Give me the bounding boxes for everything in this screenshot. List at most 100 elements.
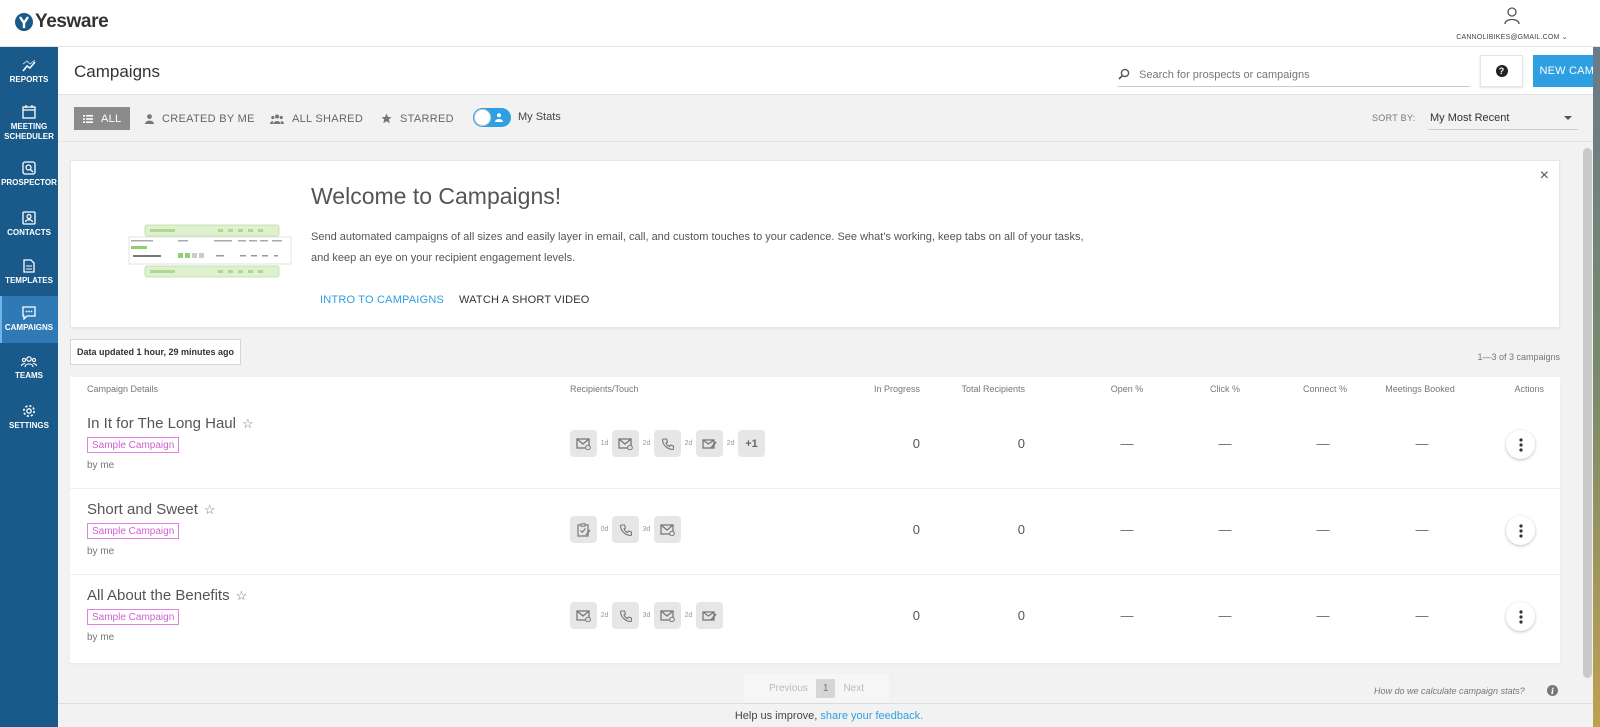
sidebar-item-contacts[interactable]: CONTACTS <box>0 199 58 249</box>
intro-to-campaigns-link[interactable]: INTRO TO CAMPAIGNS <box>320 294 444 306</box>
previous-page-button[interactable]: Previous <box>761 683 816 694</box>
table-row[interactable]: All About the Benefits ☆ Sample Campaign … <box>70 575 1560 661</box>
sidebar-item-teams[interactable]: TEAMS <box>0 343 58 393</box>
active-indicator <box>0 296 2 343</box>
group-icon <box>270 114 284 124</box>
caret-down-icon <box>1564 116 1572 120</box>
pagination: Previous 1 Next <box>744 674 889 702</box>
more-touches-badge[interactable]: +1 <box>738 430 765 457</box>
welcome-description: Send automated campaigns of all sizes an… <box>311 231 1084 264</box>
filter-created-by-me[interactable]: CREATED BY ME <box>145 107 255 130</box>
row-actions-button[interactable] <box>1506 516 1535 545</box>
sidebar-item-meeting-scheduler[interactable]: MEETING SCHEDULER <box>0 97 58 149</box>
campaign-owner: by me <box>87 546 115 557</box>
user-menu[interactable]: CANNOLIBIKES@GMAIL.COM ⌄ <box>1452 7 1572 41</box>
sidebar-item-prospector[interactable]: PROSPECTOR <box>0 149 58 199</box>
campaign-stats-help-link[interactable]: How do we calculate campaign stats? <box>1374 686 1525 696</box>
in-progress-count: 0 <box>912 608 920 623</box>
filter-all[interactable]: ALL <box>74 107 131 130</box>
star-icon <box>381 113 392 124</box>
feedback-footer: Help us improve, share your feedback. <box>58 703 1600 727</box>
total-recipients: 0 <box>1017 608 1025 623</box>
person-icon <box>495 113 503 122</box>
touch-delay: 2d <box>726 440 735 447</box>
toggle-knob <box>474 109 491 126</box>
footer-text: Help us improve, <box>734 710 821 722</box>
open-rate: — <box>1120 608 1134 623</box>
filter-starred[interactable]: STARRED <box>381 107 454 130</box>
sidebar-item-campaigns[interactable]: CAMPAIGNS <box>0 296 58 343</box>
campaign-owner: by me <box>87 460 115 471</box>
new-campaign-button[interactable]: NEW CAMPAIGN <box>1533 55 1600 87</box>
kebab-menu-icon <box>1518 609 1523 624</box>
click-rate: — <box>1218 608 1232 623</box>
touch-sequence: 2d 3d 2d <box>570 602 723 629</box>
in-progress-count: 0 <box>912 436 920 451</box>
sidebar-item-label: REPORTS <box>9 74 49 84</box>
touch-delay: 0d <box>600 526 609 533</box>
star-outline-icon[interactable]: ☆ <box>242 416 254 432</box>
sidebar: REPORTS MEETING SCHEDULER PROSPECTOR CON… <box>0 47 58 727</box>
col-header-total: Total Recipients <box>961 384 1025 394</box>
sort-by-label: SORT BY: <box>1372 113 1416 123</box>
star-outline-icon[interactable]: ☆ <box>236 588 248 604</box>
campaign-count: 1—3 of 3 campaigns <box>1477 352 1560 362</box>
help-icon: ? <box>1495 65 1508 77</box>
touch-delay: 2d <box>642 440 651 447</box>
phone-icon <box>612 602 639 629</box>
sidebar-item-reports[interactable]: REPORTS <box>0 47 58 97</box>
my-stats-toggle[interactable] <box>473 108 511 127</box>
col-header-meetings: Meetings Booked <box>1385 384 1455 394</box>
star-outline-icon[interactable]: ☆ <box>204 502 216 518</box>
person-icon <box>145 113 154 124</box>
touch-delay: 3d <box>642 526 651 533</box>
touch-delay: 3d <box>642 612 651 619</box>
row-actions-button[interactable] <box>1506 602 1535 631</box>
col-header-actions: Actions <box>1514 384 1544 394</box>
reports-icon <box>22 59 36 71</box>
feedback-link[interactable]: share your feedback. <box>820 710 923 722</box>
campaign-name[interactable]: Short and Sweet <box>87 501 198 518</box>
chevron-down-icon: ⌄ <box>1561 34 1568 41</box>
help-button[interactable]: ? <box>1480 55 1523 87</box>
search-input[interactable] <box>1139 65 1469 85</box>
meetings-booked: — <box>1415 608 1429 623</box>
sidebar-item-label: MEETING <box>10 121 48 131</box>
next-page-button[interactable]: Next <box>835 683 872 694</box>
page-number-current[interactable]: 1 <box>815 678 836 698</box>
welcome-title: Welcome to Campaigns! <box>311 183 562 209</box>
sample-campaign-badge: Sample Campaign <box>87 609 180 625</box>
total-recipients: 0 <box>1017 522 1025 537</box>
search-box <box>1118 65 1470 87</box>
phone-icon <box>612 516 639 543</box>
table-row[interactable]: Short and Sweet ☆ Sample Campaign by me 0… <box>70 489 1560 575</box>
email-edit-icon <box>696 602 723 629</box>
row-actions-button[interactable] <box>1506 430 1535 459</box>
sort-select[interactable]: My Most Recent <box>1428 106 1578 130</box>
page-title: Campaigns <box>74 62 160 81</box>
campaign-name[interactable]: All About the Benefits <box>87 587 230 604</box>
click-rate: — <box>1218 522 1232 537</box>
watch-video-link[interactable]: WATCH A SHORT VIDEO <box>459 294 590 306</box>
list-icon <box>83 114 93 123</box>
col-header-open: Open % <box>1110 384 1144 394</box>
email-icon <box>654 516 681 543</box>
info-icon[interactable]: i <box>1547 685 1558 696</box>
logo-text: Yesware <box>35 11 109 32</box>
phone-icon <box>654 430 681 457</box>
sidebar-item-templates[interactable]: TEMPLATES <box>0 249 58 296</box>
col-header-details: Campaign Details <box>87 384 159 394</box>
yesware-logo[interactable]: Yesware <box>15 11 109 33</box>
total-recipients: 0 <box>1017 436 1025 451</box>
filter-starred-label: STARRED <box>400 112 454 125</box>
open-rate: — <box>1120 522 1134 537</box>
campaign-name[interactable]: In It for The Long Haul <box>87 415 236 432</box>
teams-icon <box>21 355 37 367</box>
close-icon[interactable]: × <box>1540 168 1549 184</box>
sidebar-item-settings[interactable]: SETTINGS <box>0 393 58 441</box>
table-row[interactable]: In It for The Long Haul ☆ Sample Campaign… <box>70 403 1560 489</box>
scrollbar[interactable] <box>1583 148 1592 678</box>
meetings-booked: — <box>1415 522 1429 537</box>
email-icon <box>570 602 597 629</box>
filter-all-shared[interactable]: ALL SHARED <box>270 107 363 130</box>
